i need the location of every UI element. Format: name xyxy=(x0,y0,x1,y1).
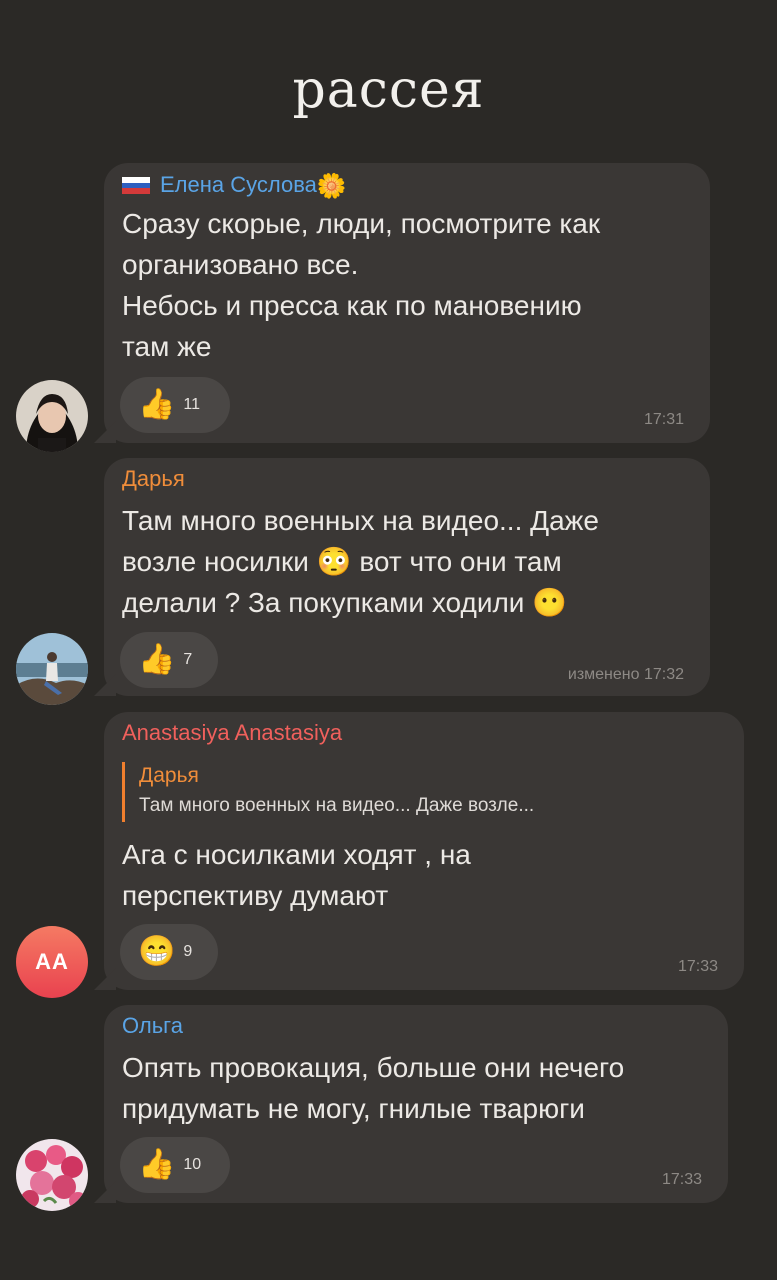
sender-name[interactable]: Anastasiya Anastasiya xyxy=(122,720,342,746)
thumbs-up-icon: 👍 xyxy=(138,388,176,421)
sender-name[interactable]: Ольга xyxy=(122,1013,183,1039)
avatar[interactable] xyxy=(16,380,88,452)
reaction-count: 10 xyxy=(183,1156,202,1173)
reply-text: Там много военных на видео... Даже возле… xyxy=(139,795,535,816)
reaction-pill[interactable]: 😁 9 xyxy=(120,924,218,980)
message-time: 17:33 xyxy=(661,1171,702,1188)
avatar[interactable] xyxy=(16,1139,88,1211)
message-time: изменено 17:32 xyxy=(567,666,684,683)
flower-icon: 🌼 xyxy=(316,173,347,200)
message-time: 17:33 xyxy=(677,958,718,975)
thumbs-up-icon: 👍 xyxy=(138,643,176,676)
message-text: Сразу скорые, люди, посмотрите как орган… xyxy=(122,208,601,362)
avatar-initials: AA xyxy=(35,949,69,974)
reaction-count: 11 xyxy=(183,396,200,413)
message-text: Ага с носилками ходят , на перспективу д… xyxy=(122,839,471,911)
reaction-count: 9 xyxy=(183,943,193,960)
message-bubble[interactable]: Ольга Опять провокация, больше они нечег… xyxy=(104,1005,728,1203)
message-bubble[interactable]: Дарья Там много военных на видео... Даже… xyxy=(104,458,710,696)
reaction-pill[interactable]: 👍 11 xyxy=(120,377,230,433)
message-text: Там много военных на видео... Даже возле… xyxy=(122,505,599,618)
message-bubble[interactable]: Елена Суслова🌼 Сразу скорые, люди, посмо… xyxy=(104,163,710,443)
reply-quote[interactable]: Дарья Там много военных на видео... Даже… xyxy=(122,762,534,822)
sender-name[interactable]: Дарья xyxy=(122,466,185,492)
avatar[interactable] xyxy=(16,633,88,705)
reaction-pill[interactable]: 👍 7 xyxy=(120,632,218,688)
message-text: Опять провокация, больше они нечего прид… xyxy=(122,1052,625,1124)
sender-name[interactable]: Елена Суслова🌼 xyxy=(122,172,347,201)
reaction-count: 7 xyxy=(183,651,193,668)
thumbs-up-icon: 👍 xyxy=(138,1148,176,1181)
message-bubble[interactable]: Anastasiya Anastasiya Дарья Там много во… xyxy=(104,712,744,990)
story-title: рассея xyxy=(292,60,485,120)
reaction-pill[interactable]: 👍 10 xyxy=(120,1137,230,1193)
reply-author: Дарья xyxy=(139,764,199,787)
message-time: 17:31 xyxy=(643,411,684,428)
grinning-face-icon: 😁 xyxy=(138,935,176,968)
avatar[interactable]: AA xyxy=(16,926,88,998)
russia-flag-icon xyxy=(122,174,150,194)
